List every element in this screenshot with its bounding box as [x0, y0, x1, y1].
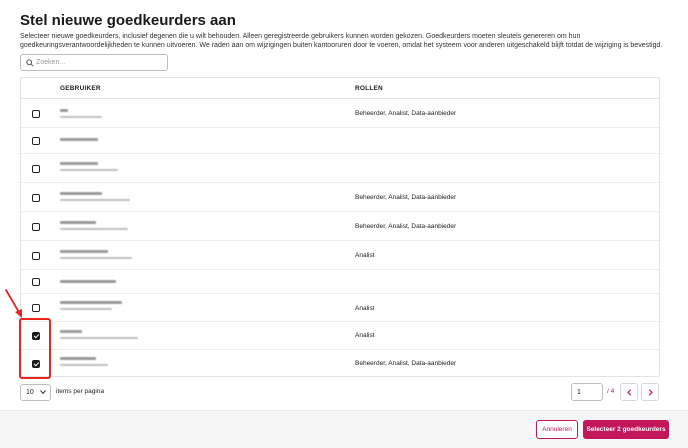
- row-checkbox[interactable]: [32, 193, 40, 202]
- user-name-redacted: [60, 162, 118, 171]
- table-row[interactable]: [21, 270, 659, 294]
- row-checkbox[interactable]: [32, 222, 40, 231]
- user-name-redacted: [60, 301, 122, 310]
- annotation-arrow-icon: [5, 289, 22, 318]
- page-size-select[interactable]: 10: [20, 384, 51, 401]
- table-row[interactable]: [21, 128, 659, 154]
- chevron-left-icon: [627, 389, 632, 396]
- user-name-redacted: [60, 109, 102, 118]
- user-name-redacted: [60, 138, 98, 141]
- row-checkbox[interactable]: [32, 251, 40, 260]
- row-roles: Beheerder, Analist, Data-aanbieder: [355, 194, 457, 201]
- users-table: GEBRUIKER ROLLEN Beheerder, Analist, Dat…: [20, 77, 660, 377]
- chevron-down-icon: [40, 390, 46, 395]
- current-page-value: 1: [577, 388, 581, 396]
- row-checkbox[interactable]: [32, 137, 40, 145]
- user-name-redacted: [60, 192, 130, 201]
- row-checkbox[interactable]: [32, 278, 40, 286]
- cancel-button[interactable]: Annuleren: [536, 420, 578, 439]
- user-name-redacted: [60, 330, 138, 339]
- row-roles: Analist: [355, 332, 375, 339]
- page-size-value: 10: [26, 389, 34, 396]
- select-approvers-button[interactable]: Selecteer 2 goedkeurders: [583, 420, 669, 439]
- table-header: GEBRUIKER ROLLEN: [21, 78, 659, 99]
- row-roles: Beheerder, Analist, Data-aanbieder: [355, 360, 457, 367]
- row-checkbox[interactable]: [32, 109, 40, 118]
- table-row[interactable]: Analist: [21, 294, 659, 322]
- chevron-right-icon: [648, 389, 653, 396]
- next-page-button[interactable]: [641, 383, 659, 401]
- search-icon: [26, 59, 34, 67]
- page-total: / 4: [607, 388, 615, 395]
- user-name-redacted: [60, 357, 108, 366]
- page-number-input[interactable]: 1: [571, 383, 603, 401]
- row-roles: Beheerder, Analist, Data-aanbieder: [355, 223, 457, 230]
- table-row[interactable]: Analist: [21, 241, 659, 270]
- row-checkbox[interactable]: [32, 304, 40, 312]
- row-roles: Analist: [355, 252, 375, 259]
- row-roles: Analist: [355, 304, 375, 312]
- selection-highlight-box: [19, 318, 51, 379]
- table-row[interactable]: Beheerder, Analist, Data-aanbieder: [21, 99, 659, 128]
- row-roles: Beheerder, Analist, Data-aanbieder: [355, 110, 457, 117]
- table-row[interactable]: [21, 154, 659, 183]
- table-row[interactable]: Beheerder, Analist, Data-aanbieder: [21, 350, 659, 376]
- user-name-redacted: [60, 280, 116, 283]
- search-placeholder: Zoeken...: [36, 58, 66, 66]
- dialog-description: Selecteer nieuwe goedkeurders, inclusief…: [20, 33, 663, 49]
- dialog-title: Stel nieuwe goedkeurders aan: [20, 12, 236, 29]
- column-header-user: GEBRUIKER: [60, 85, 101, 92]
- table-row[interactable]: Analist: [21, 322, 659, 350]
- items-per-page-label: items per pagina: [56, 388, 105, 395]
- previous-page-button[interactable]: [620, 383, 638, 401]
- table-row[interactable]: Beheerder, Analist, Data-aanbieder: [21, 212, 659, 241]
- column-header-roles: ROLLEN: [355, 85, 383, 92]
- user-name-redacted: [60, 221, 128, 230]
- user-name-redacted: [60, 250, 132, 259]
- search-input[interactable]: Zoeken...: [20, 54, 168, 71]
- row-checkbox[interactable]: [32, 164, 40, 173]
- table-row[interactable]: Beheerder, Analist, Data-aanbieder: [21, 183, 659, 212]
